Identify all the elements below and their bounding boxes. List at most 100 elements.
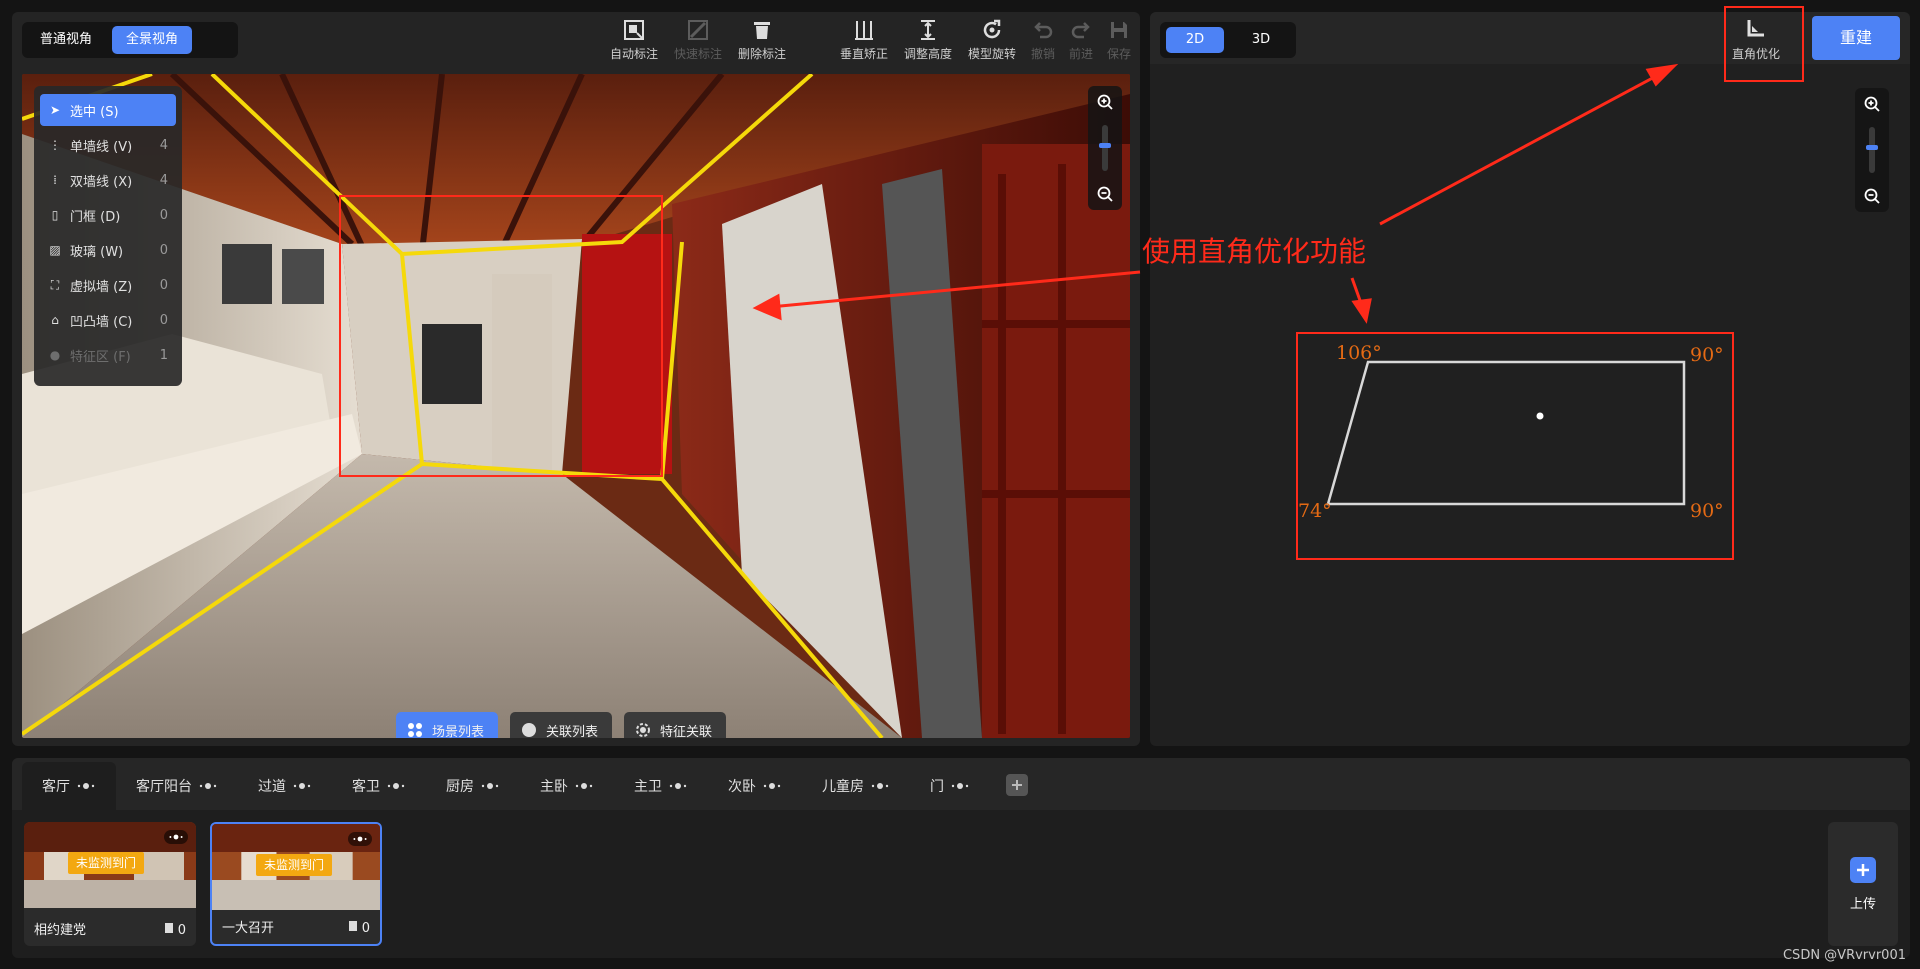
eye-icon[interactable] [292,780,312,792]
angle-label-top-left: 106° [1336,342,1382,364]
zoom-slider[interactable] [1099,125,1111,171]
tool-highlight-box [1724,6,1804,82]
scene-list-button[interactable]: 场景列表 [396,712,499,739]
glass-label: 玻璃 (W) [70,244,124,260]
select-tool[interactable]: ➤ 选中 (S) [40,94,176,126]
zoom-out-icon[interactable] [1095,184,1115,204]
scene-count-value: 0 [361,920,370,936]
room-tab-label: 客卫 [352,779,380,795]
add-room-button[interactable] [1006,774,1028,796]
scene-card-selected[interactable]: 未监测到门 一大召开 0 [210,822,382,946]
quick-annotate-button[interactable]: 快速标注 [666,14,730,66]
undo-button[interactable]: 撤销 [1024,14,1062,66]
feature-zone-icon: ● [49,348,61,362]
single-wall-tool[interactable]: ⋮ 单墙线 (V) 4 [40,129,176,161]
panorama-viewport[interactable]: ➤ 选中 (S) ⋮ 单墙线 (V) 4 ⁞ 双墙线 (X) 4 ▯ 门框 (D… [22,74,1130,738]
room-tab-door[interactable]: 门 [910,762,990,810]
room-tab-label: 门 [930,779,944,795]
room-tab-balcony[interactable]: 客厅阳台 [116,762,238,810]
eye-icon[interactable] [76,780,96,792]
watermark: CSDN @VRvrvr001 [1782,948,1906,963]
virtual-wall-count: 0 [159,277,168,293]
eye-icon[interactable] [574,780,594,792]
room-tab-label: 厨房 [446,779,474,795]
zoom-in-icon[interactable] [1095,92,1115,112]
normal-view-button[interactable]: 普通视角 [26,26,106,54]
feature-zone-label: 特征区 (F) [70,349,131,365]
trash-icon [751,19,773,41]
eye-icon[interactable] [668,780,688,792]
scene-door-count: 0 [348,920,370,936]
quick-annotate-icon [687,19,709,41]
panorama-view-button[interactable]: 全景视角 [112,26,193,54]
glass-tool[interactable]: ▨ 玻璃 (W) 0 [40,234,176,266]
upload-button[interactable]: 上传 [1828,822,1898,946]
rotate-model-icon [981,19,1003,41]
view-mode-toggle: 普通视角 全景视角 [22,22,238,58]
virtual-wall-tool[interactable]: ⛶ 虚拟墙 (Z) 0 [40,269,176,301]
eye-icon[interactable] [348,832,372,846]
single-wall-count: 4 [159,137,168,153]
redo-label: 前进 [1068,46,1093,61]
undo-icon [1032,19,1054,41]
room-tab-master-bedroom[interactable]: 主卧 [520,762,614,810]
eye-icon[interactable] [164,830,188,844]
delete-annotation-label: 删除标注 [737,46,786,61]
auto-annotate-label: 自动标注 [609,46,658,61]
room-tab-label: 主卫 [634,779,662,795]
eye-icon[interactable] [198,780,218,792]
double-wall-icon: ⁞ [53,173,57,187]
room-tab-hallway[interactable]: 过道 [238,762,332,810]
room-tab-kids-room[interactable]: 儿童房 [802,762,910,810]
delete-annotation-button[interactable]: 删除标注 [730,14,794,66]
angle-label-top-right: 90° [1690,344,1724,366]
rotate-model-button[interactable]: 模型旋转 [960,14,1024,66]
room-tab-label: 过道 [258,779,286,795]
quick-annotate-label: 快速标注 [673,46,722,61]
double-wall-count: 4 [159,172,168,188]
scene-manager-panel: 客厅 客厅阳台 过道 客卫 厨房 主卧 主卫 次卧 儿童房 门 未监测到门 相约… [12,758,1910,958]
concave-wall-tool[interactable]: ⌂ 凹凸墙 (C) 0 [40,304,176,336]
feature-link-button[interactable]: 特征关联 [624,712,727,738]
single-wall-label: 单墙线 (V) [70,139,133,155]
scene-name: 一大召开 [222,921,275,936]
concave-wall-count: 0 [159,312,168,328]
auto-annotate-icon [623,19,645,41]
room-tab-bar: 客厅 客厅阳台 过道 客卫 厨房 主卧 主卫 次卧 儿童房 门 [12,758,1910,810]
eye-icon[interactable] [762,780,782,792]
door-icon [164,922,174,938]
zoom-slider-thumb[interactable] [1099,143,1111,148]
room-tab-guest-bath[interactable]: 客卫 [332,762,426,810]
upload-label: 上传 [1849,896,1876,912]
room-tab-living-room[interactable]: 客厅 [22,762,116,810]
eye-icon[interactable] [480,780,500,792]
door-frame-icon: ▯ [51,208,59,222]
eye-icon[interactable] [386,780,406,792]
feature-zone-count: 1 [159,347,168,363]
floorplan-panel: 2D 3D 直角优化 重建 106° 90° 74° 90° [1150,6,1910,746]
room-tab-second-bedroom[interactable]: 次卧 [708,762,802,810]
adjust-height-button[interactable]: 调整高度 [896,14,960,66]
eye-icon[interactable] [870,780,890,792]
floorplan-highlight-box [1296,332,1734,560]
room-tab-kitchen[interactable]: 厨房 [426,762,520,810]
room-tab-master-bath[interactable]: 主卫 [614,762,708,810]
door-frame-count: 0 [159,207,168,223]
scene-list-label: 场景列表 [432,724,485,739]
double-wall-tool[interactable]: ⁞ 双墙线 (X) 4 [40,164,176,196]
auto-annotate-button[interactable]: 自动标注 [602,14,666,66]
scene-card[interactable]: 未监测到门 相约建党 0 [24,822,196,946]
drawing-tool-palette: ➤ 选中 (S) ⋮ 单墙线 (V) 4 ⁞ 双墙线 (X) 4 ▯ 门框 (D… [34,86,182,386]
link-list-icon [520,721,538,738]
room-tab-label: 儿童房 [822,779,864,795]
door-warning-badge: 未监测到门 [68,852,145,874]
door-frame-tool[interactable]: ▯ 门框 (D) 0 [40,199,176,231]
panorama-editor-panel: 普通视角 全景视角 自动标注 快速标注 删除标注 垂直矫正 调整高度 模型旋转 … [12,12,1140,746]
feature-zone-tool[interactable]: ● 特征区 (F) 1 [40,339,176,371]
eye-icon[interactable] [950,780,970,792]
vertical-correct-label: 垂直矫正 [839,46,888,61]
save-button[interactable]: 保存 [1100,14,1138,66]
link-list-button[interactable]: 关联列表 [510,712,613,738]
vertical-correct-button[interactable]: 垂直矫正 [832,14,896,66]
redo-button[interactable]: 前进 [1062,14,1100,66]
